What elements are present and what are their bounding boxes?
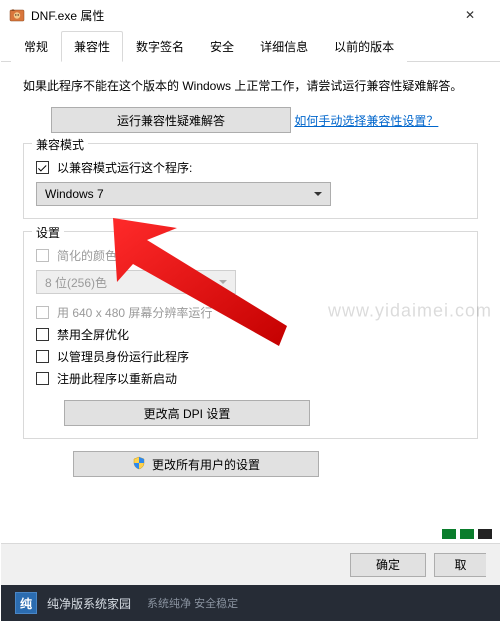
register-restart-row[interactable]: 注册此程序以重新启动 — [36, 370, 465, 387]
tab-previous-versions[interactable]: 以前的版本 — [321, 31, 407, 62]
dialog-button-bar: 确定 取 — [1, 543, 500, 585]
titlebar: DNF.exe 属性 ✕ — [1, 0, 500, 30]
checkbox-reduced-color — [36, 249, 49, 262]
tab-compatibility[interactable]: 兼容性 — [61, 31, 123, 62]
help-link[interactable]: 如何手动选择兼容性设置？ — [294, 112, 438, 129]
reduced-color-row: 简化的颜色模式 — [36, 247, 465, 264]
tab-details[interactable]: 详细信息 — [247, 31, 321, 62]
change-all-users-button[interactable]: 更改所有用户的设置 — [73, 451, 319, 477]
low-res-row: 用 640 x 480 屏幕分辨率运行 — [36, 304, 465, 321]
checkbox-low-res — [36, 306, 49, 319]
close-button[interactable]: ✕ — [448, 0, 492, 30]
tab-label: 数字签名 — [136, 40, 184, 54]
group-settings: 设置 简化的颜色模式 8 位(256)色 用 640 x 480 屏幕分辨率运行… — [23, 231, 478, 439]
tab-label: 详细信息 — [260, 40, 308, 54]
button-label: 运行兼容性疑难解答 — [117, 112, 225, 129]
chevron-down-icon — [219, 280, 227, 284]
tab-label: 安全 — [210, 40, 234, 54]
ok-button[interactable]: 确定 — [350, 553, 426, 577]
checkbox-label: 注册此程序以重新启动 — [57, 370, 177, 387]
tab-label: 常规 — [24, 40, 48, 54]
chevron-down-icon — [314, 192, 322, 196]
link-label: 如何手动选择兼容性设置？ — [294, 114, 438, 128]
select-value: 8 位(256)色 — [45, 274, 107, 291]
change-dpi-button[interactable]: 更改高 DPI 设置 — [64, 400, 310, 426]
checkbox-register-restart[interactable] — [36, 372, 49, 385]
checkbox-label: 以兼容模式运行这个程序: — [57, 159, 192, 176]
tab-content: 如果此程序不能在这个版本的 Windows 上正常工作，请尝试运行兼容性疑难解答… — [1, 62, 500, 487]
checkbox-label: 禁用全屏优化 — [57, 326, 129, 343]
run-as-admin-row[interactable]: 以管理员身份运行此程序 — [36, 348, 465, 365]
group-legend: 设置 — [32, 224, 64, 241]
cropped-artifact — [442, 529, 492, 539]
properties-window: DNF.exe 属性 ✕ 常规 兼容性 数字签名 安全 详细信息 以前的版本 如… — [0, 0, 500, 621]
group-compat-mode: 兼容模式 以兼容模式运行这个程序: Windows 7 — [23, 143, 478, 219]
shield-icon — [132, 456, 146, 473]
color-depth-select: 8 位(256)色 — [36, 270, 236, 294]
group-legend: 兼容模式 — [32, 136, 88, 153]
button-label: 确定 — [376, 556, 400, 573]
footer-logo-icon: 纯 — [15, 592, 37, 614]
app-icon — [9, 7, 25, 23]
tab-label: 以前的版本 — [334, 40, 394, 54]
description-text: 如果此程序不能在这个版本的 Windows 上正常工作，请尝试运行兼容性疑难解答… — [23, 76, 478, 97]
footer-brand: 纯净版系统家园 — [47, 595, 131, 612]
checkbox-compat-mode[interactable] — [36, 161, 49, 174]
checkbox-label: 用 640 x 480 屏幕分辨率运行 — [57, 304, 212, 321]
button-label: 更改所有用户的设置 — [152, 456, 260, 473]
checkbox-run-as-admin[interactable] — [36, 350, 49, 363]
checkbox-label: 简化的颜色模式 — [57, 247, 141, 264]
tab-label: 兼容性 — [74, 40, 110, 54]
tab-strip: 常规 兼容性 数字签名 安全 详细信息 以前的版本 — [1, 30, 500, 62]
tab-general[interactable]: 常规 — [11, 31, 61, 62]
tab-security[interactable]: 安全 — [197, 31, 247, 62]
button-label: 取 — [454, 556, 466, 573]
checkbox-label: 以管理员身份运行此程序 — [57, 348, 189, 365]
cancel-button[interactable]: 取 — [434, 553, 486, 577]
button-label: 更改高 DPI 设置 — [144, 405, 231, 422]
footer-slogan: 系统纯净 安全稳定 — [147, 595, 238, 611]
disable-fullscreen-row[interactable]: 禁用全屏优化 — [36, 326, 465, 343]
compat-mode-select[interactable]: Windows 7 — [36, 182, 331, 206]
troubleshoot-button[interactable]: 运行兼容性疑难解答 — [51, 107, 291, 133]
checkbox-disable-fullscreen-opt[interactable] — [36, 328, 49, 341]
close-icon: ✕ — [465, 8, 475, 22]
compat-mode-checkbox-row[interactable]: 以兼容模式运行这个程序: — [36, 159, 465, 176]
site-footer: 纯 纯净版系统家园 系统纯净 安全稳定 — [1, 585, 500, 621]
window-title: DNF.exe 属性 — [31, 7, 448, 24]
select-value: Windows 7 — [45, 187, 104, 201]
tab-digital-signatures[interactable]: 数字签名 — [123, 31, 197, 62]
